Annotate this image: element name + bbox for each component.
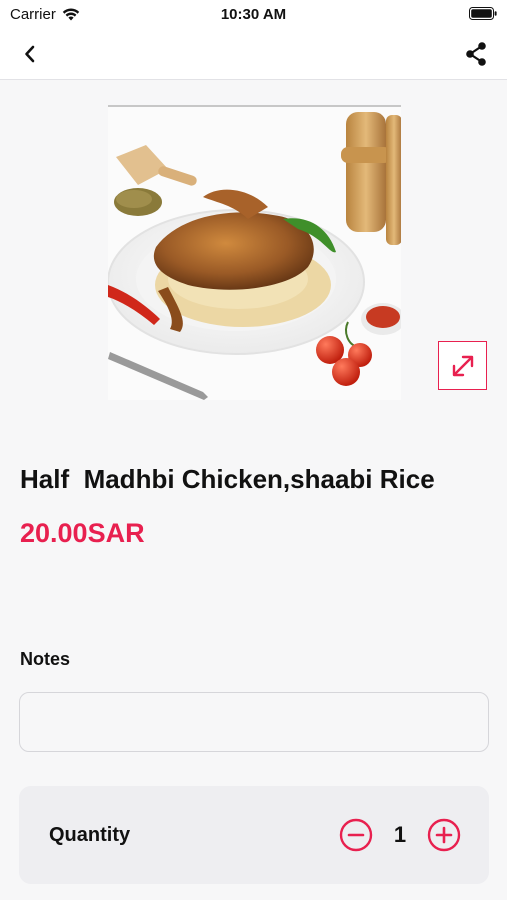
- product-price: 20.00SAR: [20, 518, 145, 548]
- status-bar: Carrier 10:30 AM: [0, 0, 507, 28]
- share-button[interactable]: [461, 39, 491, 69]
- product-photo: [108, 107, 401, 400]
- notes-input[interactable]: [19, 692, 489, 752]
- minus-circle-icon[interactable]: [339, 818, 373, 852]
- plus-circle-icon[interactable]: [427, 818, 461, 852]
- notes-label: Notes: [20, 649, 71, 669]
- status-time: 10:30 AM: [220, 6, 287, 23]
- nav-bar: [0, 28, 507, 80]
- share-icon: [466, 42, 486, 66]
- back-button[interactable]: [16, 40, 44, 68]
- battery-icon: [469, 7, 497, 20]
- quantity-label: Quantity: [49, 824, 131, 846]
- quantity-card: Quantity 1: [19, 786, 489, 884]
- quantity-value: 1: [393, 822, 407, 847]
- chevron-left-icon: [25, 45, 35, 63]
- expand-icon: [452, 355, 473, 376]
- product-title: Half Madhbi Chicken,shaabi Rice: [20, 464, 435, 494]
- expand-image-button[interactable]: [438, 341, 487, 390]
- product-image[interactable]: [108, 105, 401, 400]
